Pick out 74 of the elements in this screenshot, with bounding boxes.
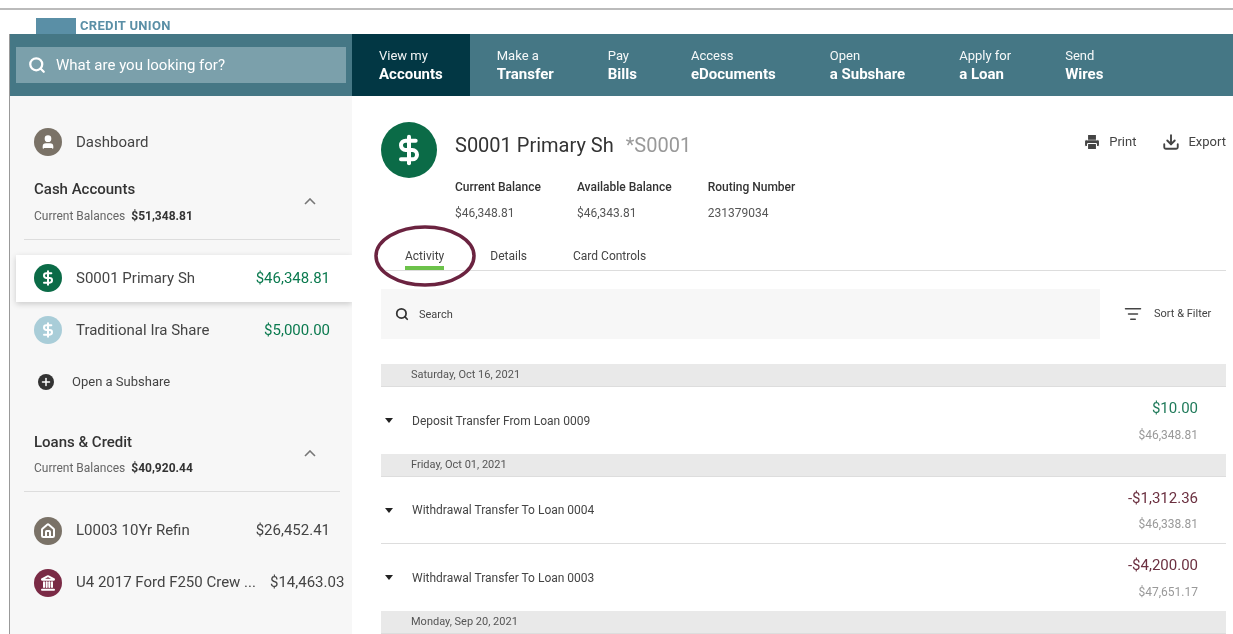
account-item[interactable]: Traditional Ira Share $5,000.00 [16,306,352,354]
account-amount: $46,348.81 [255,267,330,289]
balance-label: Current Balances [34,207,126,225]
transaction-row[interactable]: Withdrawal Transfer To Loan 0004 -$1,312.36 $46,338.81 [381,477,1226,544]
account-item[interactable]: S0001 Primary Sh $46,348.81 [16,254,352,302]
chevron-up-icon [304,197,316,205]
site-search-field[interactable]: What are you looking for? [16,47,346,83]
group-balance: $40,920.44 [131,460,193,477]
transaction-description: Withdrawal Transfer To Loan 0003 [412,569,596,587]
account-title: S0001 Primary Sh [455,132,614,159]
transaction-row[interactable]: Withdrawal Transfer To Loan 0003 -$4,200.00 $47,651.17 [381,544,1226,611]
transaction-row[interactable]: Deposit Transfer From Loan 0009 $10.00 $46,348.81 [381,387,1226,454]
collapse-button[interactable] [304,450,316,458]
account-name: Open a Subshare [72,373,172,392]
transaction-description: Deposit Transfer From Loan 0009 [412,412,592,430]
transaction-amount: $10.00 [1151,398,1198,420]
chevron-up-icon [304,450,316,458]
account-name: Traditional Ira Share [76,319,211,341]
nav-tab[interactable]: Pay Bills [580,34,664,96]
account-number: *S0001 [625,132,692,159]
export-button[interactable]: Export [1162,132,1226,152]
account-amount: $26,452.41 [255,520,330,542]
plus-icon [38,374,54,390]
search-icon [28,56,46,74]
running-balance: $46,348.81 [1138,426,1198,444]
stat-label: Available Balance [576,179,672,196]
nav-tab[interactable]: Apply for a Loan [932,34,1039,96]
stat-value: $46,348.81 [455,205,516,222]
group-title: Loans & Credit [34,431,134,453]
running-balance: $47,651.17 [1138,583,1198,601]
print-button[interactable]: Print [1083,132,1137,152]
search-icon [395,307,409,321]
stat-label: Current Balance [455,179,541,196]
stat-value: 231379034 [707,205,770,222]
dollar-icon [381,122,437,178]
account-name: L0003 10Yr Refin [76,520,191,542]
caret-icon [385,418,393,423]
account-name: S0001 Primary Sh [76,267,197,289]
account-name: U4 2017 Ford F250 Crew ... [76,572,256,594]
account-item[interactable]: Open a Subshare [16,358,352,406]
date-header: Friday, Oct 01, 2021 [381,454,1226,477]
nav-tab[interactable]: Open a Subshare [802,34,933,96]
nav-tab[interactable]: View my Accounts [352,34,470,96]
account-amount: $14,463.03 [269,572,345,594]
transaction-amount: -$1,312.36 [1127,487,1198,509]
stat-value: $46,343.81 [576,205,638,222]
filter-icon [1124,305,1142,323]
nav-tab[interactable]: Access eDocuments [663,34,803,96]
date-header: Saturday, Oct 16, 2021 [381,364,1226,387]
nav-tab[interactable]: Make a Transfer [469,34,581,96]
tab[interactable]: Activity [405,246,445,270]
caret-icon [385,507,393,513]
transaction-amount: -$4,200.00 [1127,555,1198,577]
caret-icon [385,575,393,580]
sort-filter-button[interactable]: Sort & Filter [1124,305,1226,323]
date-header: Monday, Sep 20, 2021 [381,611,1226,634]
nav-tab[interactable]: Send Wires [1038,34,1131,96]
tab[interactable]: Card Controls [573,246,647,270]
tab[interactable]: Details [490,246,528,270]
balance-label: Current Balances [34,460,126,477]
account-item[interactable]: U4 2017 Ford F250 Crew ... $14,463.03 [16,559,352,606]
account-item[interactable]: L0003 10Yr Refin $26,452.41 [16,507,352,554]
group-balance: $51,348.81 [131,207,193,225]
group-title: Cash Accounts [34,179,137,200]
download-icon [1162,132,1181,151]
sidebar-item[interactable]: Dashboard [76,130,149,154]
collapse-button[interactable] [304,197,316,205]
transaction-description: Withdrawal Transfer To Loan 0004 [412,502,596,519]
printer-icon [1083,132,1102,151]
stat-label: Routing Number [707,179,796,196]
activity-search-field[interactable]: Search [381,289,1100,339]
account-amount: $5,000.00 [264,319,330,341]
running-balance: $46,338.81 [1138,516,1198,534]
user-icon [34,128,62,156]
